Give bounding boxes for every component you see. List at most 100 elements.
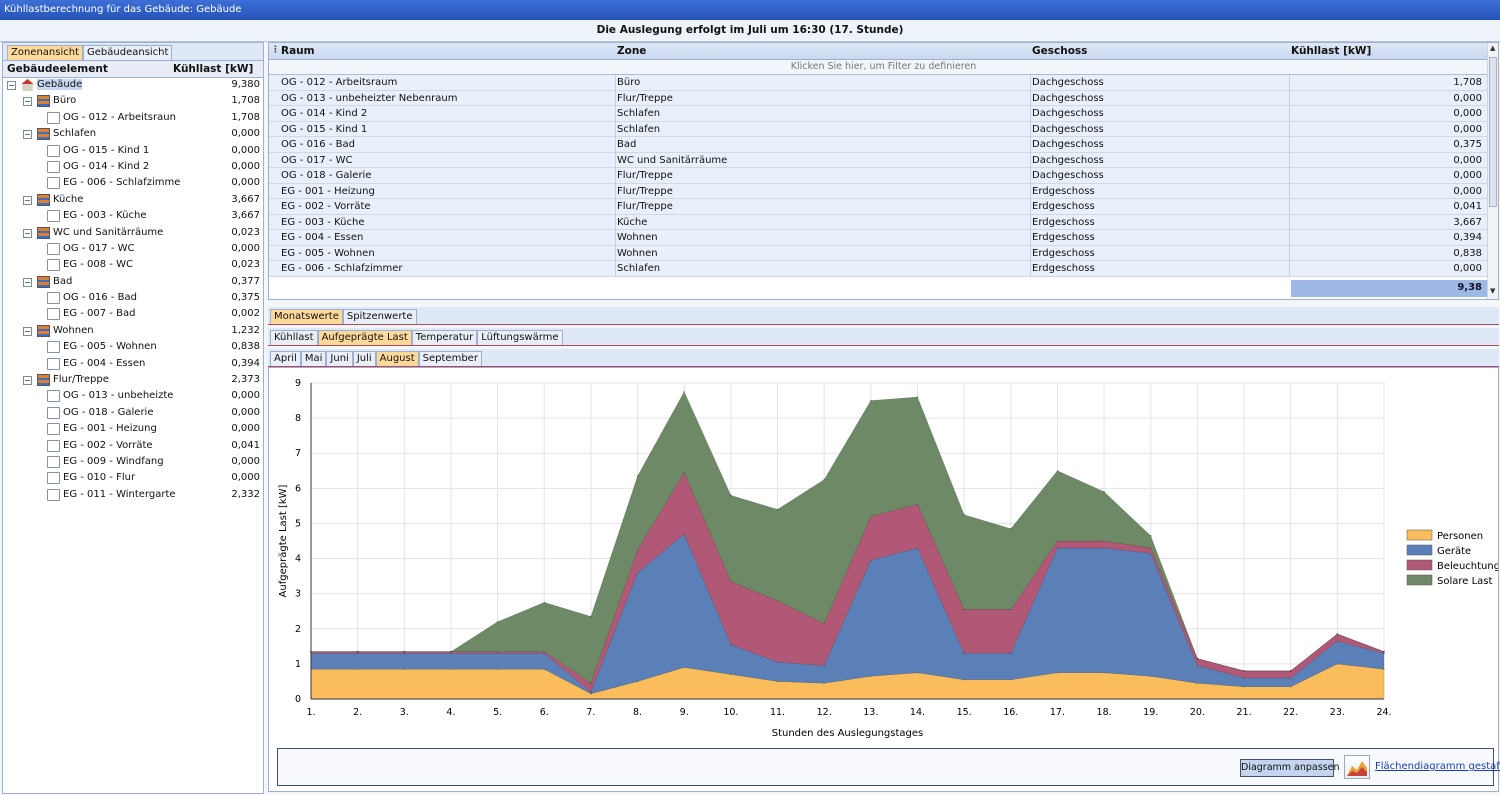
data-point-s3-15 <box>1009 527 1012 530</box>
tab-view-0[interactable]: Monatswerte <box>270 309 343 324</box>
cell-geschoss: Erdgeschoss <box>1032 247 1095 259</box>
tree-item[interactable]: − Wohnen 1,232 <box>3 324 263 340</box>
table-row[interactable]: OG - 012 - Arbeitsraum Büro Dachgeschoss 1,… <box>269 75 1498 91</box>
collapse-toggle-icon[interactable]: − <box>23 195 32 205</box>
col-zone[interactable]: Zone <box>617 45 646 57</box>
cell-separator <box>1030 152 1031 167</box>
tab-month-3[interactable]: Juli <box>352 351 376 366</box>
tree-item[interactable]: − Gebäude 9,380 <box>3 78 263 94</box>
tree-item[interactable]: OG - 013 - unbeheizte 0,000 <box>3 389 263 405</box>
tree-item[interactable]: EG - 011 - Wintergarte 2,332 <box>3 488 263 504</box>
tree-item[interactable]: EG - 006 - Schlafzimme 0,000 <box>3 176 263 192</box>
tree-item[interactable]: EG - 010 - Flur 0,000 <box>3 471 263 487</box>
stacked-area-link[interactable]: Flächendiagramm gestaffelt <box>1375 761 1500 772</box>
table-row[interactable]: EG - 002 - Vorräte Flur/Treppe Erdgeschoss… <box>269 199 1498 215</box>
tree-item[interactable]: EG - 002 - Vorräte 0,041 <box>3 439 263 455</box>
tree-item[interactable]: − Flur/Treppe 2,373 <box>3 373 263 389</box>
collapse-toggle-icon[interactable]: − <box>23 376 32 386</box>
table-row[interactable]: OG - 015 - Kind 1 Schlafen Dachgeschoss 0,0… <box>269 121 1498 137</box>
table-row[interactable]: EG - 004 - Essen Wohnen Erdgeschoss 0,394 <box>269 230 1498 246</box>
tab-load-1[interactable]: Aufgeprägte Last <box>317 330 412 345</box>
scroll-up-icon[interactable]: ▲ <box>1490 44 1495 52</box>
table-row[interactable]: OG - 014 - Kind 2 Schlafen Dachgeschoss 0,0… <box>269 106 1498 122</box>
tree-item[interactable]: − Küche 3,667 <box>3 193 263 209</box>
tree-item[interactable]: OG - 014 - Kind 2 0,000 <box>3 160 263 176</box>
cell-raum: OG - 016 - Bad <box>281 139 355 150</box>
tab-month-1[interactable]: Mai <box>300 351 327 366</box>
filter-hint[interactable]: Klicken Sie hier, um Filter zu definiere… <box>791 61 977 72</box>
tree-item[interactable]: − Bad 0,377 <box>3 275 263 291</box>
table-row[interactable]: EG - 003 - Küche Küche Erdgeschoss 3,667 <box>269 214 1498 230</box>
table-row[interactable]: OG - 017 - WC WC und Sanitärräume Dachgesc… <box>269 152 1498 168</box>
tab-load-0[interactable]: Kühllast <box>270 330 318 345</box>
tab-load-2[interactable]: Temperatur <box>411 330 478 345</box>
cell-separator <box>615 168 616 183</box>
tab-month-0[interactable]: April <box>270 351 301 366</box>
filter-row[interactable]: Klicken Sie hier, um Filter zu definiere… <box>269 60 1498 75</box>
tree-item-value: 1,232 <box>231 324 260 336</box>
table-row[interactable]: OG - 016 - Bad Bad Dachgeschoss 0,375 <box>269 137 1498 153</box>
tree-item[interactable]: OG - 012 - Arbeitsraun 1,708 <box>3 111 263 127</box>
tree-item[interactable]: EG - 001 - Heizung 0,000 <box>3 422 263 438</box>
tree-item[interactable]: EG - 005 - Wohnen 0,838 <box>3 340 263 356</box>
collapse-toggle-icon[interactable]: − <box>23 326 32 336</box>
column-chooser-icon[interactable]: ⋮ <box>271 45 280 55</box>
tree-item[interactable]: EG - 007 - Bad 0,002 <box>3 307 263 323</box>
room-icon <box>47 210 60 223</box>
tree-item[interactable]: − Büro 1,708 <box>3 94 263 110</box>
scroll-down-icon[interactable]: ▼ <box>1490 287 1495 295</box>
tab-month-4[interactable]: August <box>375 351 419 366</box>
tree-item[interactable]: − WC und Sanitärräume 0,023 <box>3 226 263 242</box>
table-row[interactable]: OG - 018 - Galerie Flur/Treppe Dachgeschos… <box>269 168 1498 184</box>
cell-raum: OG - 018 - Galerie <box>281 170 372 181</box>
design-subtitle: Die Auslegung erfolgt im Juli um 16:30 (… <box>0 20 1500 42</box>
cell-geschoss: Dachgeschoss <box>1032 108 1104 119</box>
collapse-toggle-icon[interactable]: − <box>23 228 32 238</box>
col-kuehllast[interactable]: Kühllast [kW] <box>1291 45 1371 57</box>
cell-zone: Wohnen <box>617 232 658 243</box>
tree-item[interactable]: EG - 003 - Küche 3,667 <box>3 209 263 225</box>
table-row[interactable]: EG - 006 - Schlafzimmer Schlafen Erdgescho… <box>269 261 1498 277</box>
tree-item[interactable]: OG - 015 - Kind 1 0,000 <box>3 144 263 160</box>
table-row[interactable]: EG - 005 - Wohnen Wohnen Erdgeschoss 0,838 <box>269 245 1498 261</box>
tree-item[interactable]: OG - 017 - WC 0,000 <box>3 242 263 258</box>
tree-item[interactable]: EG - 004 - Essen 0,394 <box>3 357 263 373</box>
tab-zonenansicht[interactable]: Zonenansicht <box>7 45 84 60</box>
tree-item-label: OG - 012 - Arbeitsraun <box>63 111 176 123</box>
tree-item[interactable]: EG - 008 - WC 0,023 <box>3 258 263 274</box>
tree-item[interactable]: OG - 018 - Galerie 0,000 <box>3 406 263 422</box>
adjust-chart-button[interactable]: Diagramm anpassen <box>1240 759 1340 777</box>
tab-view-1[interactable]: Spitzenwerte <box>342 309 417 324</box>
tree-item[interactable]: EG - 009 - Windfang 0,000 <box>3 455 263 471</box>
tab-load-3[interactable]: Lüftungswärme <box>477 330 563 345</box>
zone-tree-panel: Zonenansicht Gebäudeansicht Gebäudeelemen… <box>2 42 264 794</box>
collapse-toggle-icon[interactable]: − <box>23 277 32 287</box>
collapse-toggle-icon[interactable]: − <box>7 81 16 90</box>
tab-month-5[interactable]: September <box>418 351 482 366</box>
tab-gebaeudeansicht[interactable]: Gebäudeansicht <box>83 45 173 60</box>
x-axis-label: Stunden des Auslegungstages <box>772 728 924 739</box>
tree-col-element[interactable]: Gebäudeelement <box>7 63 108 75</box>
table-row[interactable]: OG - 013 - unbeheizter Nebenraum Flur/Tre… <box>269 90 1498 106</box>
collapse-toggle-icon[interactable]: − <box>23 97 32 107</box>
table-scrollbar[interactable]: ▲ ▼ <box>1487 43 1498 299</box>
col-raum[interactable]: Raum <box>281 45 315 57</box>
cell-separator <box>1289 245 1290 260</box>
collapse-toggle-icon[interactable]: − <box>23 130 32 140</box>
tab-month-2[interactable]: Juni <box>326 351 353 366</box>
x-tick-label: 6. <box>540 707 549 718</box>
cell-raum: EG - 004 - Essen <box>281 232 364 243</box>
scroll-thumb[interactable] <box>1489 57 1497 207</box>
area-chart-icon[interactable] <box>1344 755 1370 779</box>
tree-item[interactable]: − Schlafen 0,000 <box>3 127 263 143</box>
table-header: ⋮ Raum Zone Geschoss Kühllast [kW] <box>269 43 1498 60</box>
cell-geschoss: Dachgeschoss <box>1032 77 1104 88</box>
tree-col-load[interactable]: Kühllast [kW] <box>173 63 253 75</box>
cell-kuehllast: 1,708 <box>1453 77 1482 88</box>
tree-item-label: Büro <box>53 95 77 107</box>
table-row[interactable]: EG - 001 - Heizung Flur/Treppe Erdgeschoss… <box>269 183 1498 199</box>
col-geschoss[interactable]: Geschoss <box>1032 45 1087 57</box>
tree-item[interactable]: OG - 016 - Bad 0,375 <box>3 291 263 307</box>
cell-kuehllast: 0,000 <box>1453 92 1482 104</box>
tree-item-label: EG - 007 - Bad <box>63 308 136 320</box>
